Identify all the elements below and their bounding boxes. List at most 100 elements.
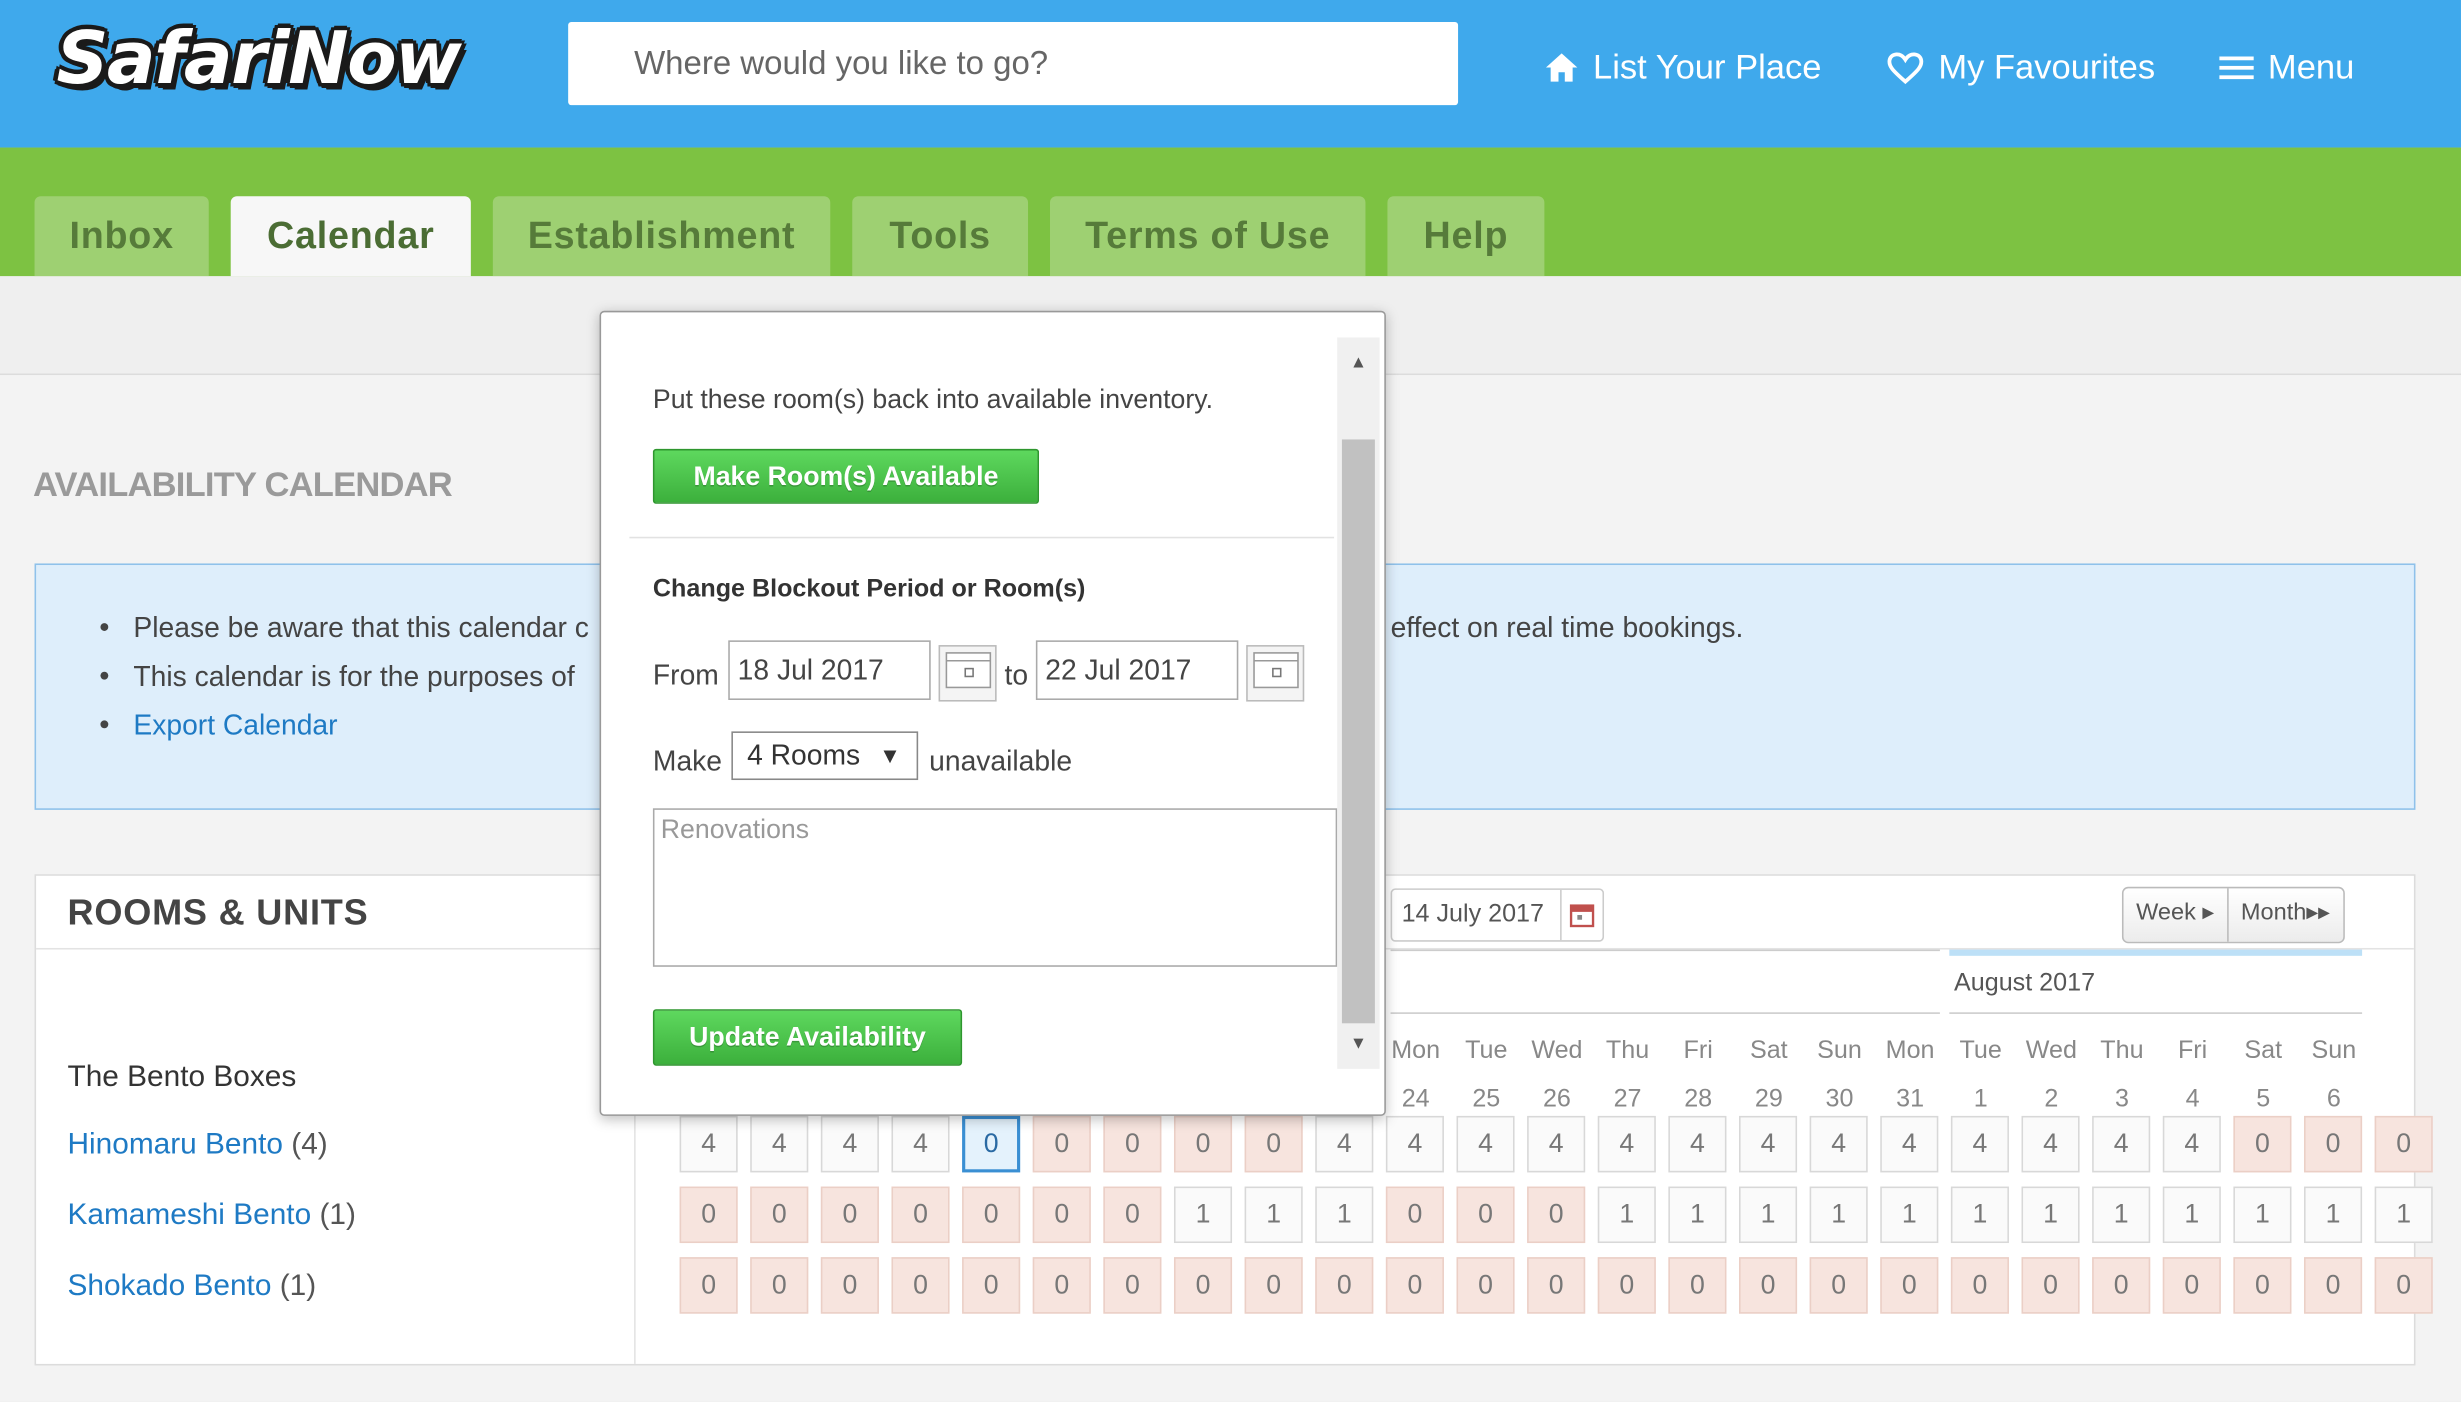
availability-cell[interactable]: 4 (2162, 1115, 2221, 1173)
availability-cell[interactable]: 0 (962, 1186, 1021, 1244)
availability-cell[interactable]: 1 (2162, 1186, 2221, 1244)
availability-cell[interactable]: 1 (1950, 1186, 2009, 1244)
availability-cell[interactable]: 0 (1103, 1257, 1162, 1314)
availability-cell[interactable]: 0 (750, 1257, 809, 1314)
availability-cell[interactable]: 0 (1880, 1257, 1939, 1314)
calendar-date-field[interactable]: 14 July 2017 (1390, 888, 1605, 942)
availability-cell[interactable]: 4 (1597, 1115, 1656, 1173)
availability-cell[interactable]: 4 (1668, 1115, 1727, 1173)
availability-cell[interactable]: 4 (679, 1115, 738, 1173)
availability-cell[interactable]: 0 (1244, 1115, 1303, 1173)
availability-cell[interactable]: 4 (1315, 1115, 1374, 1173)
to-date-input[interactable]: 22 Jul 2017 (1035, 640, 1239, 700)
availability-cell[interactable]: 1 (2374, 1186, 2433, 1244)
rooms-count-select[interactable]: 4 Rooms ▼ (731, 731, 919, 781)
availability-cell[interactable]: 0 (1315, 1257, 1374, 1314)
availability-cell[interactable]: 1 (2304, 1186, 2363, 1244)
availability-cell[interactable]: 0 (1385, 1257, 1444, 1314)
availability-cell[interactable]: 0 (2233, 1115, 2292, 1173)
availability-cell[interactable]: 4 (1385, 1115, 1444, 1173)
availability-cell[interactable]: 0 (820, 1257, 879, 1314)
availability-cell[interactable]: 1 (2021, 1186, 2080, 1244)
availability-cell[interactable]: 4 (1950, 1115, 2009, 1173)
availability-cell[interactable]: 4 (1456, 1115, 1515, 1173)
availability-cell[interactable]: 4 (820, 1115, 879, 1173)
availability-cell[interactable]: 0 (750, 1186, 809, 1244)
availability-cell[interactable]: 1 (1597, 1186, 1656, 1244)
list-your-place-link[interactable]: List Your Place (1544, 47, 1821, 88)
availability-cell[interactable]: 4 (891, 1115, 950, 1173)
availability-cell[interactable]: 0 (1809, 1257, 1868, 1314)
availability-cell[interactable]: 4 (1739, 1115, 1798, 1173)
from-calendar-button[interactable] (938, 645, 997, 702)
availability-cell[interactable]: 0 (1103, 1186, 1162, 1244)
availability-cell[interactable]: 4 (1527, 1115, 1586, 1173)
availability-cell[interactable]: 0 (1032, 1186, 1091, 1244)
availability-cell[interactable]: 1 (1315, 1186, 1374, 1244)
availability-cell[interactable]: 0 (962, 1115, 1021, 1173)
availability-cell[interactable]: 0 (2374, 1115, 2433, 1173)
availability-cell[interactable]: 0 (1173, 1257, 1233, 1314)
availability-cell[interactable]: 0 (2304, 1257, 2363, 1314)
availability-cell[interactable]: 1 (2092, 1186, 2151, 1244)
availability-cell[interactable]: 0 (1456, 1186, 1515, 1244)
tab-tools[interactable]: Tools (852, 196, 1029, 277)
availability-cell[interactable]: 0 (1173, 1115, 1233, 1173)
availability-cell[interactable]: 0 (2162, 1257, 2221, 1314)
tab-terms-of-use[interactable]: Terms of Use (1049, 196, 1366, 277)
tab-calendar[interactable]: Calendar (230, 196, 471, 277)
availability-cell[interactable]: 0 (1032, 1115, 1091, 1173)
export-calendar-link[interactable]: Export Calendar (133, 709, 337, 740)
availability-cell[interactable]: 1 (1244, 1186, 1303, 1244)
room-link[interactable]: Kamameshi Bento (67, 1199, 311, 1232)
availability-cell[interactable]: 0 (820, 1186, 879, 1244)
availability-cell[interactable]: 0 (891, 1257, 950, 1314)
availability-cell[interactable]: 0 (1456, 1257, 1515, 1314)
safarinow-logo[interactable]: SafariNow (57, 16, 462, 101)
my-favourites-link[interactable]: My Favourites (1887, 47, 2155, 88)
availability-cell[interactable]: 0 (2092, 1257, 2151, 1314)
scroll-up-arrow-icon[interactable]: ▲ (1337, 347, 1379, 378)
availability-cell[interactable]: 1 (1880, 1186, 1939, 1244)
availability-cell[interactable]: 4 (1809, 1115, 1868, 1173)
availability-cell[interactable]: 0 (1032, 1257, 1091, 1314)
week-view-button[interactable]: Week ▸ (2124, 888, 2227, 941)
availability-cell[interactable]: 0 (1527, 1257, 1586, 1314)
tab-inbox[interactable]: Inbox (34, 196, 209, 277)
availability-cell[interactable]: 0 (2374, 1257, 2433, 1314)
tab-help[interactable]: Help (1387, 196, 1545, 277)
availability-cell[interactable]: 0 (1597, 1257, 1656, 1314)
menu-button[interactable]: Menu (2219, 47, 2354, 88)
scroll-down-arrow-icon[interactable]: ▼ (1337, 1028, 1379, 1059)
availability-cell[interactable]: 0 (1950, 1257, 2009, 1314)
destination-search-input[interactable] (568, 21, 1459, 106)
blockout-reason-textarea[interactable] (652, 808, 1338, 967)
availability-cell[interactable]: 1 (1739, 1186, 1798, 1244)
availability-cell[interactable]: 0 (1244, 1257, 1303, 1314)
availability-cell[interactable]: 4 (2021, 1115, 2080, 1173)
availability-cell[interactable]: 1 (2233, 1186, 2292, 1244)
availability-cell[interactable]: 0 (1527, 1186, 1586, 1244)
availability-cell[interactable]: 0 (2021, 1257, 2080, 1314)
popup-scrollbar-thumb[interactable] (1341, 439, 1375, 1024)
availability-cell[interactable]: 0 (891, 1186, 950, 1244)
room-link[interactable]: Shokado Bento (67, 1270, 271, 1303)
month-view-button[interactable]: Month▸▸ (2226, 888, 2343, 942)
availability-cell[interactable]: 4 (2092, 1115, 2151, 1173)
availability-cell[interactable]: 0 (962, 1257, 1021, 1314)
availability-cell[interactable]: 1 (1668, 1186, 1727, 1244)
availability-cell[interactable]: 0 (1103, 1115, 1162, 1173)
make-rooms-available-button[interactable]: Make Room(s) Available (652, 448, 1040, 504)
availability-cell[interactable]: 0 (2233, 1257, 2292, 1314)
availability-cell[interactable]: 0 (1739, 1257, 1798, 1314)
tab-establishment[interactable]: Establishment (492, 196, 831, 277)
calendar-icon[interactable] (1560, 889, 1602, 941)
to-calendar-button[interactable] (1246, 645, 1305, 702)
availability-cell[interactable]: 0 (1668, 1257, 1727, 1314)
availability-cell[interactable]: 0 (2304, 1115, 2363, 1173)
availability-cell[interactable]: 1 (1809, 1186, 1868, 1244)
availability-cell[interactable]: 0 (679, 1257, 738, 1314)
availability-cell[interactable]: 4 (750, 1115, 809, 1173)
room-link[interactable]: Hinomaru Bento (67, 1128, 282, 1161)
availability-cell[interactable]: 1 (1173, 1186, 1233, 1244)
